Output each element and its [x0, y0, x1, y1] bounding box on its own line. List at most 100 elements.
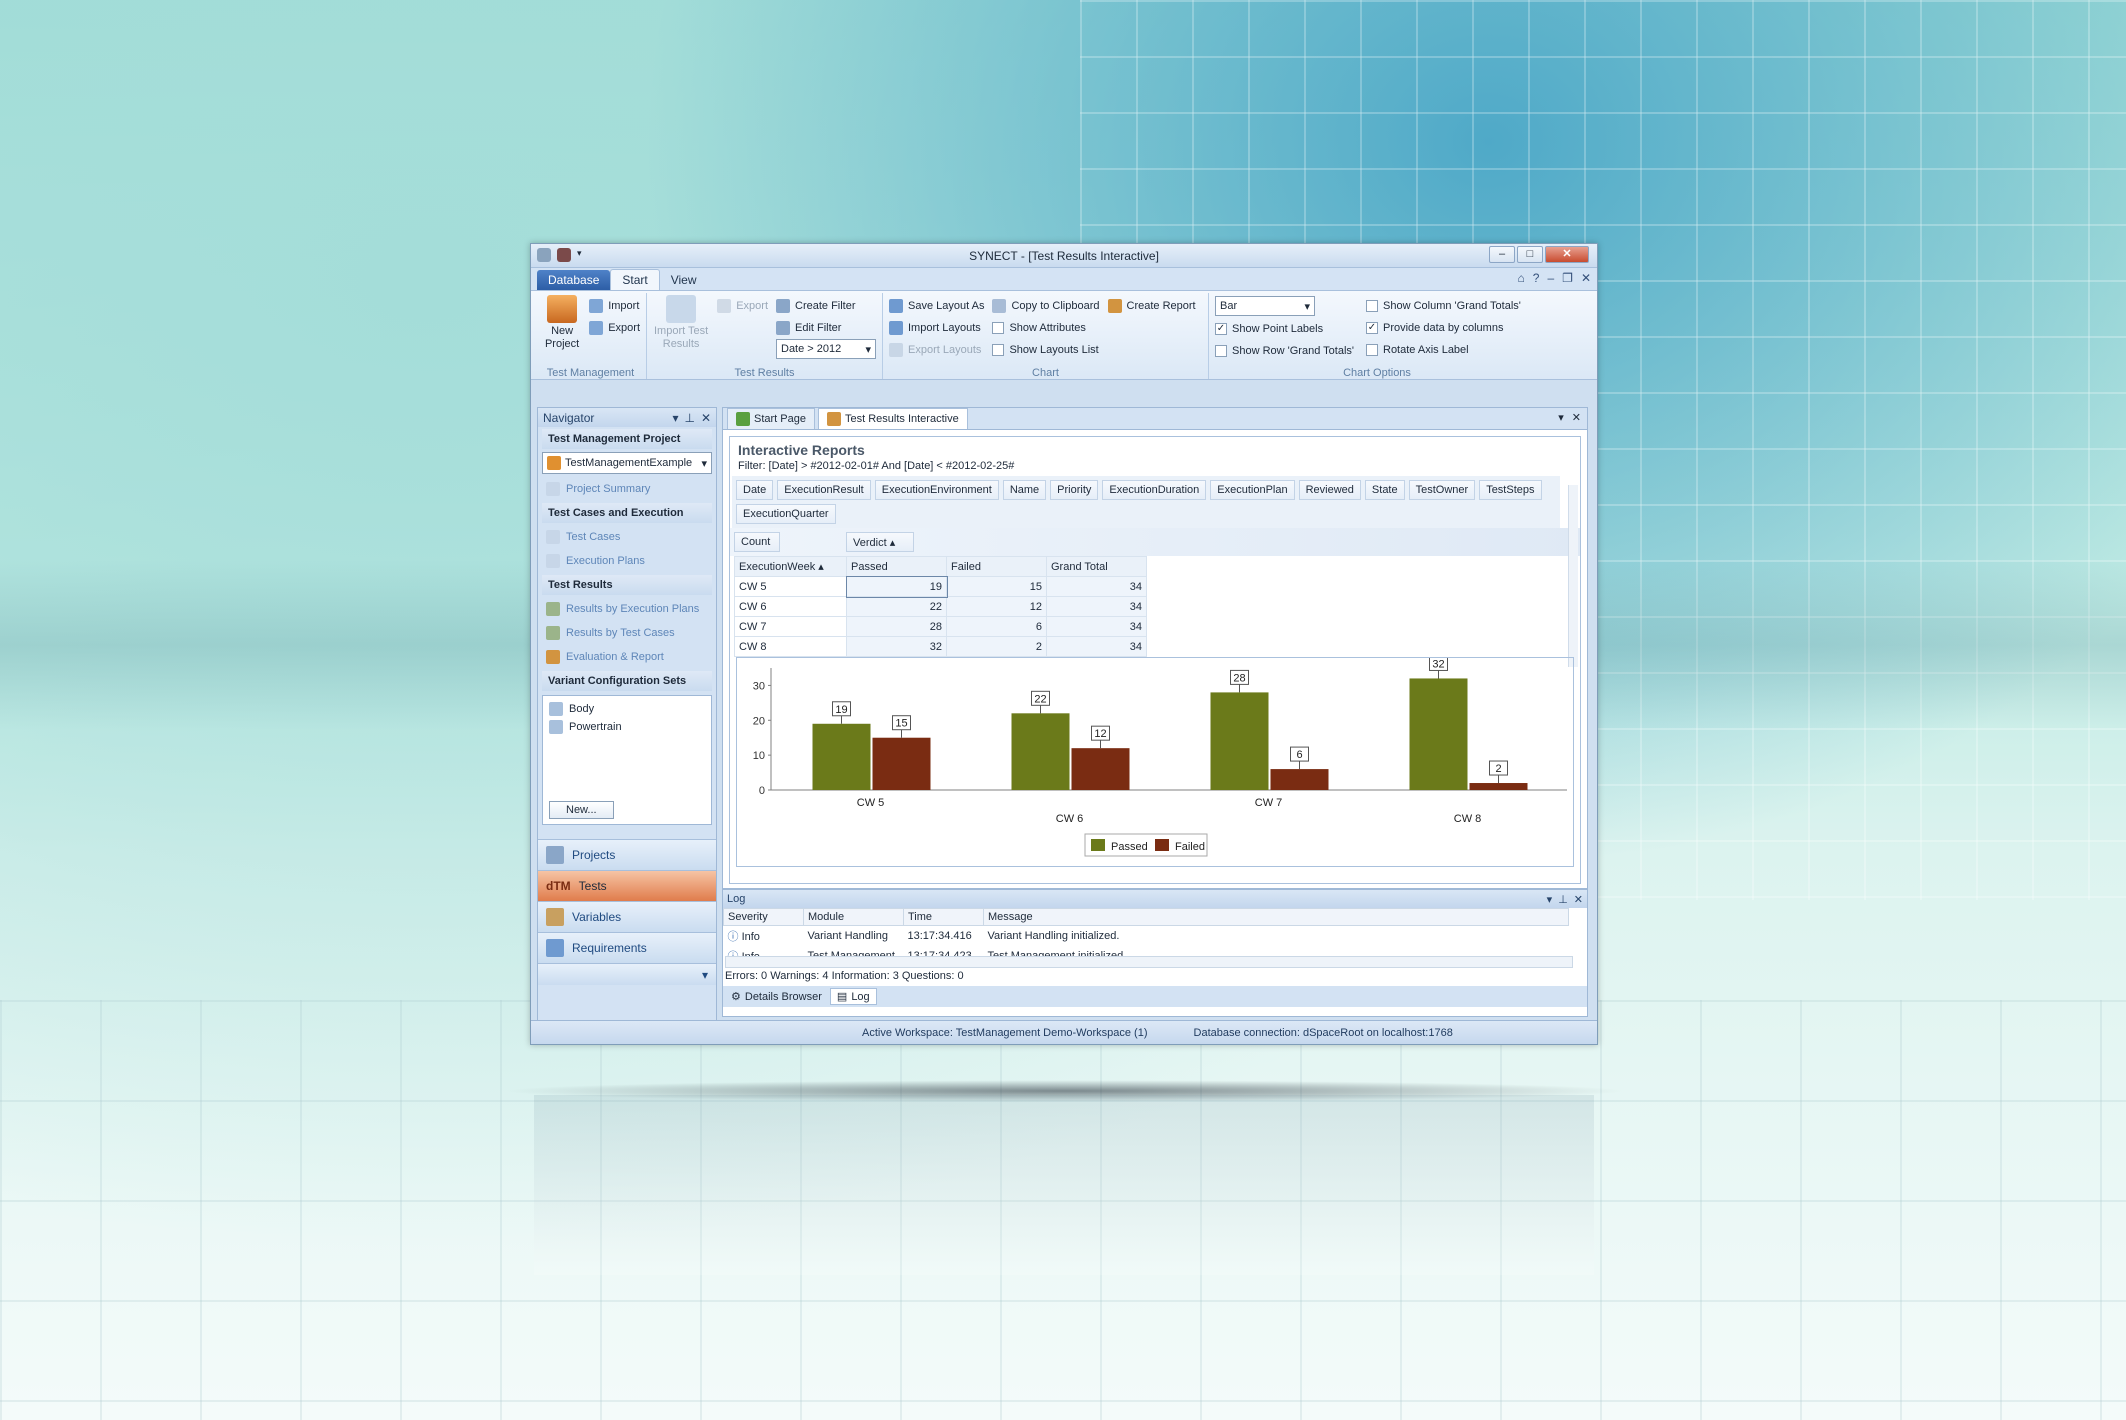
show-layouts-list-box[interactable] — [992, 344, 1005, 356]
pivot-cell[interactable]: 15 — [946, 576, 1047, 597]
pin-icon[interactable]: ⊥ — [1558, 893, 1568, 906]
tab-view[interactable]: View — [660, 270, 708, 290]
nav-evaluation-report[interactable]: Evaluation & Report — [538, 645, 716, 669]
splitter[interactable] — [538, 829, 716, 839]
pivot-cell[interactable]: 22 — [846, 596, 947, 617]
tab-details-browser[interactable]: ⚙ Details Browser — [725, 988, 828, 1005]
pivot-cell[interactable]: 2 — [946, 636, 1047, 657]
field-chip[interactable]: TestSteps — [1479, 480, 1542, 500]
pivot-row-header[interactable]: CW 6 — [734, 596, 847, 617]
log-row[interactable]: ⓘ Info Variant Handling 13:17:34.416 Var… — [724, 926, 1569, 947]
minimize-button[interactable]: – — [1489, 246, 1515, 263]
help-icon[interactable]: ? — [1533, 271, 1540, 285]
nav-tests[interactable]: dTM Tests — [538, 870, 716, 901]
dropdown-icon[interactable]: ▾ — [1547, 893, 1553, 906]
results-export-button[interactable]: Export — [717, 295, 768, 317]
import-button[interactable]: Import — [589, 295, 640, 317]
rotate-axis-label-checkbox[interactable]: Rotate Axis Label — [1366, 339, 1521, 361]
column-header-passed[interactable]: Passed — [846, 556, 947, 577]
show-column-totals-box[interactable] — [1366, 300, 1378, 312]
variant-item-powertrain[interactable]: Powertrain — [547, 718, 707, 736]
show-row-totals-box[interactable] — [1215, 345, 1227, 357]
export-layouts-button[interactable]: Export Layouts — [889, 339, 984, 361]
show-column-totals-checkbox[interactable]: Show Column 'Grand Totals' — [1366, 295, 1521, 317]
field-chip[interactable]: Date — [736, 480, 774, 500]
qat-dropdown-icon[interactable]: ▾ — [577, 248, 582, 262]
import-layouts-button[interactable]: Import Layouts — [889, 317, 984, 339]
column-header-failed[interactable]: Failed — [946, 556, 1047, 577]
pivot-cell[interactable]: 28 — [846, 616, 947, 637]
nav-test-cases[interactable]: Test Cases — [538, 525, 716, 549]
show-point-labels-box[interactable]: ✓ — [1215, 323, 1227, 335]
new-variant-button[interactable]: New... — [549, 801, 614, 819]
pivot-cell[interactable]: 32 — [846, 636, 947, 657]
field-chip[interactable]: ExecutionPlan — [1210, 480, 1295, 500]
pivot-cell[interactable]: 12 — [946, 596, 1047, 617]
close-icon[interactable]: ✕ — [701, 411, 711, 425]
pivot-cell[interactable]: 34 — [1046, 616, 1147, 637]
maximize-button[interactable]: □ — [1517, 246, 1543, 263]
field-chip[interactable]: ExecutionResult — [777, 480, 871, 500]
mdi-minimize-icon[interactable]: – — [1547, 271, 1554, 285]
field-chip[interactable]: Priority — [1050, 480, 1099, 500]
nav-execution-plans[interactable]: Execution Plans — [538, 549, 716, 573]
field-chip[interactable]: Reviewed — [1298, 480, 1361, 500]
new-project-button[interactable]: New Project — [541, 295, 583, 351]
show-attributes-box[interactable] — [992, 322, 1005, 334]
mdi-restore-icon[interactable]: ❐ — [1562, 271, 1573, 285]
nav-variables[interactable]: Variables — [538, 901, 716, 932]
column-header-grand-total[interactable]: Grand Total — [1046, 556, 1147, 577]
copy-clipboard-button[interactable]: Copy to Clipboard — [992, 295, 1100, 317]
variant-item-body[interactable]: Body — [547, 700, 707, 718]
chart-type-combo[interactable]: Bar ▾ — [1215, 296, 1315, 316]
field-chip[interactable]: ExecutionDuration — [1102, 480, 1207, 500]
import-test-results-button[interactable]: Import Test Results — [653, 295, 709, 359]
export-button[interactable]: Export — [589, 317, 640, 339]
field-chip[interactable]: ExecutionQuarter — [736, 504, 836, 524]
date-filter-combo[interactable]: Date > 2012 ▾ — [776, 339, 876, 359]
pivot-row-header[interactable]: CW 5 — [734, 576, 847, 597]
pivot-row-header[interactable]: CW 8 — [734, 636, 847, 657]
close-icon[interactable]: ✕ — [1574, 893, 1583, 906]
close-tab-icon[interactable]: ✕ — [1572, 411, 1581, 424]
create-filter-button[interactable]: Create Filter — [776, 295, 876, 317]
field-chip[interactable]: TestOwner — [1408, 480, 1476, 500]
nav-project-summary[interactable]: Project Summary — [538, 477, 716, 501]
save-layout-button[interactable]: Save Layout As — [889, 295, 984, 317]
nav-projects[interactable]: Projects — [538, 839, 716, 870]
pivot-cell[interactable]: 6 — [946, 616, 1047, 637]
pivot-scrollbar[interactable] — [1568, 485, 1578, 667]
log-column-message[interactable]: Message — [983, 908, 1569, 926]
pivot-cell[interactable]: 19 — [845, 575, 948, 598]
tab-log[interactable]: ▤ Log — [829, 988, 877, 1005]
show-attributes-checkbox[interactable]: Show Attributes — [992, 317, 1099, 339]
book-icon[interactable] — [557, 248, 571, 262]
log-column-time[interactable]: Time — [903, 908, 984, 926]
tab-start[interactable]: Start — [610, 269, 660, 290]
pivot-cell[interactable]: 34 — [1046, 636, 1147, 657]
close-button[interactable]: ✕ — [1545, 246, 1589, 263]
rotate-axis-label-box[interactable] — [1366, 344, 1378, 356]
tab-start-page[interactable]: Start Page — [727, 408, 815, 429]
collapse-ribbon-icon[interactable]: ⌂ — [1518, 271, 1525, 285]
provide-data-columns-box[interactable]: ✓ — [1366, 322, 1378, 334]
pivot-cell[interactable]: 34 — [1046, 576, 1147, 597]
data-field-count[interactable]: Count — [734, 532, 780, 552]
provide-data-columns-checkbox[interactable]: ✓ Provide data by columns — [1366, 317, 1521, 339]
field-chip[interactable]: ExecutionEnvironment — [874, 480, 999, 500]
project-combo[interactable]: TestManagementExample ▾ — [542, 452, 712, 474]
field-chip[interactable]: Name — [1002, 480, 1047, 500]
app-menu-icon[interactable] — [537, 248, 551, 262]
log-horizontal-scrollbar[interactable] — [725, 956, 1573, 968]
pivot-row-header[interactable]: CW 7 — [734, 616, 847, 637]
nav-overflow[interactable]: ▾ — [538, 963, 716, 985]
nav-results-by-plans[interactable]: Results by Execution Plans — [538, 597, 716, 621]
log-column-severity[interactable]: Severity — [723, 908, 804, 926]
show-row-totals-checkbox[interactable]: Show Row 'Grand Totals' — [1215, 340, 1354, 362]
row-field-execution-week[interactable]: ExecutionWeek ▴ — [734, 556, 847, 577]
show-layouts-list-checkbox[interactable]: Show Layouts List — [992, 339, 1099, 361]
create-report-button[interactable]: Create Report — [1107, 295, 1196, 317]
mdi-close-icon[interactable]: ✕ — [1581, 271, 1591, 285]
log-column-module[interactable]: Module — [803, 908, 904, 926]
field-chip[interactable]: State — [1364, 480, 1405, 500]
